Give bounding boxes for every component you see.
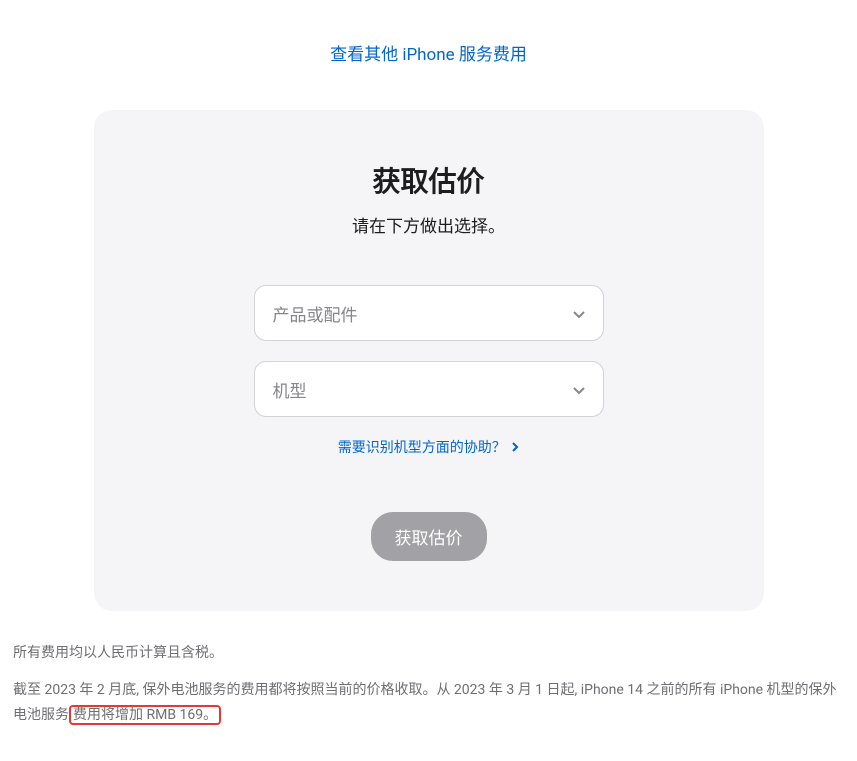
estimate-card: 获取估价 请在下方做出选择。 产品或配件 机型 需要识别机型方面的协助？	[94, 110, 764, 611]
model-select-wrapper: 机型	[254, 361, 604, 417]
product-select[interactable]: 产品或配件	[254, 285, 604, 341]
top-link-container: 查看其他 iPhone 服务费用	[10, 40, 847, 65]
identify-model-help-link[interactable]: 需要识别机型方面的协助？	[338, 440, 519, 456]
card-title: 获取估价	[134, 160, 724, 200]
get-estimate-button[interactable]: 获取估价	[371, 512, 487, 561]
footer-line-1: 所有费用均以人民币计算且含税。	[13, 641, 844, 666]
help-link-label: 需要识别机型方面的协助？	[338, 440, 506, 456]
footer-text: 所有费用均以人民币计算且含税。 截至 2023 年 2 月底, 保外电池服务的费…	[10, 641, 847, 729]
model-select[interactable]: 机型	[254, 361, 604, 417]
product-select-wrapper: 产品或配件	[254, 285, 604, 341]
chevron-right-icon	[511, 440, 519, 448]
model-select-placeholder: 机型	[273, 377, 307, 402]
product-select-placeholder: 产品或配件	[273, 301, 358, 326]
view-other-services-link[interactable]: 查看其他 iPhone 服务费用	[330, 45, 527, 65]
footer-line-2: 截至 2023 年 2 月底, 保外电池服务的费用都将按照当前的价格收取。从 2…	[13, 678, 844, 728]
footer-highlight: 费用将增加 RMB 169。	[69, 705, 221, 725]
card-subtitle: 请在下方做出选择。	[134, 212, 724, 237]
help-link-container: 需要识别机型方面的协助？	[134, 437, 724, 457]
